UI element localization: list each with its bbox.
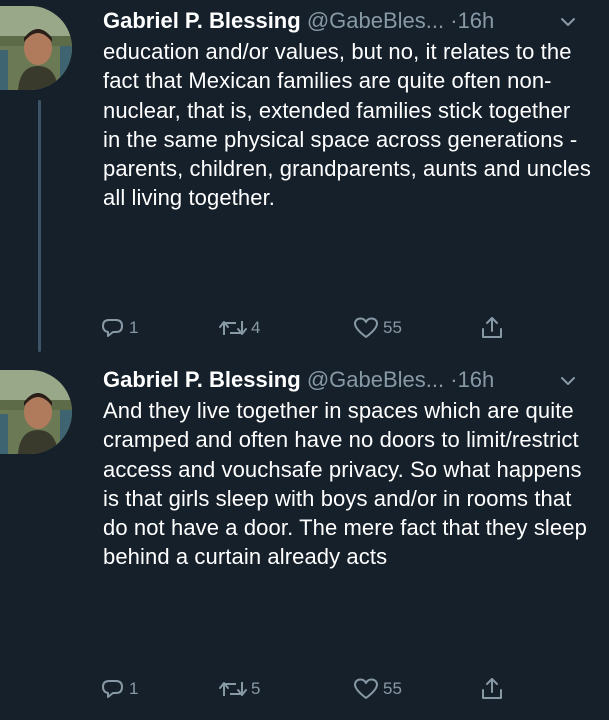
heart-icon <box>354 678 378 699</box>
avatar[interactable] <box>0 6 72 90</box>
avatar-photo <box>0 6 72 90</box>
retweet-icon <box>219 682 247 696</box>
reply-count: 1 <box>129 679 139 698</box>
timestamp[interactable]: 16h <box>458 367 495 392</box>
tweet-thread: Gabriel P. Blessing @GabeBles... ·16h ed… <box>0 0 609 720</box>
tweet-header: Gabriel P. Blessing @GabeBles... ·16h <box>103 365 583 395</box>
tweet-actions: 1 4 55 <box>100 313 520 343</box>
heart-icon <box>354 317 378 338</box>
chevron-down-icon[interactable] <box>558 12 578 32</box>
reply-button[interactable]: 1 <box>100 674 138 704</box>
avatar-photo <box>0 370 72 454</box>
retweet-icon <box>219 321 247 335</box>
share-button[interactable] <box>478 313 506 343</box>
separator-dot: · <box>450 367 458 392</box>
tweet-actions: 1 5 55 <box>100 674 520 704</box>
author-name[interactable]: Gabriel P. Blessing <box>103 8 301 33</box>
tweet[interactable]: Gabriel P. Blessing @GabeBles... ·16h An… <box>0 360 609 720</box>
reply-icon <box>102 319 123 337</box>
like-button[interactable]: 55 <box>352 674 402 704</box>
reply-count: 1 <box>129 318 139 337</box>
tweet[interactable]: Gabriel P. Blessing @GabeBles... ·16h ed… <box>0 0 609 360</box>
author-handle[interactable]: @GabeBles... <box>307 367 444 392</box>
share-icon <box>482 678 502 699</box>
thread-connector-line <box>38 100 41 352</box>
share-button[interactable] <box>478 674 506 704</box>
author-handle[interactable]: @GabeBles... <box>307 8 444 33</box>
tweet-text: education and/or values, but no, it rela… <box>103 39 591 211</box>
like-count: 55 <box>383 679 402 698</box>
reply-icon <box>102 680 123 698</box>
reply-button[interactable]: 1 <box>100 313 138 343</box>
author-name[interactable]: Gabriel P. Blessing <box>103 367 301 392</box>
retweet-button[interactable]: 5 <box>218 674 260 704</box>
tweet-text: And they live together in spaces which a… <box>103 398 587 570</box>
avatar[interactable] <box>0 370 72 454</box>
like-button[interactable]: 55 <box>352 313 402 343</box>
timestamp[interactable]: 16h <box>458 8 495 33</box>
retweet-button[interactable]: 4 <box>218 313 260 343</box>
retweet-count: 5 <box>251 679 261 698</box>
tweet-header: Gabriel P. Blessing @GabeBles... ·16h <box>103 6 583 36</box>
retweet-count: 4 <box>251 318 261 337</box>
chevron-down-icon[interactable] <box>558 371 578 391</box>
like-count: 55 <box>383 318 402 337</box>
separator-dot: · <box>450 8 458 33</box>
share-icon <box>482 317 502 338</box>
